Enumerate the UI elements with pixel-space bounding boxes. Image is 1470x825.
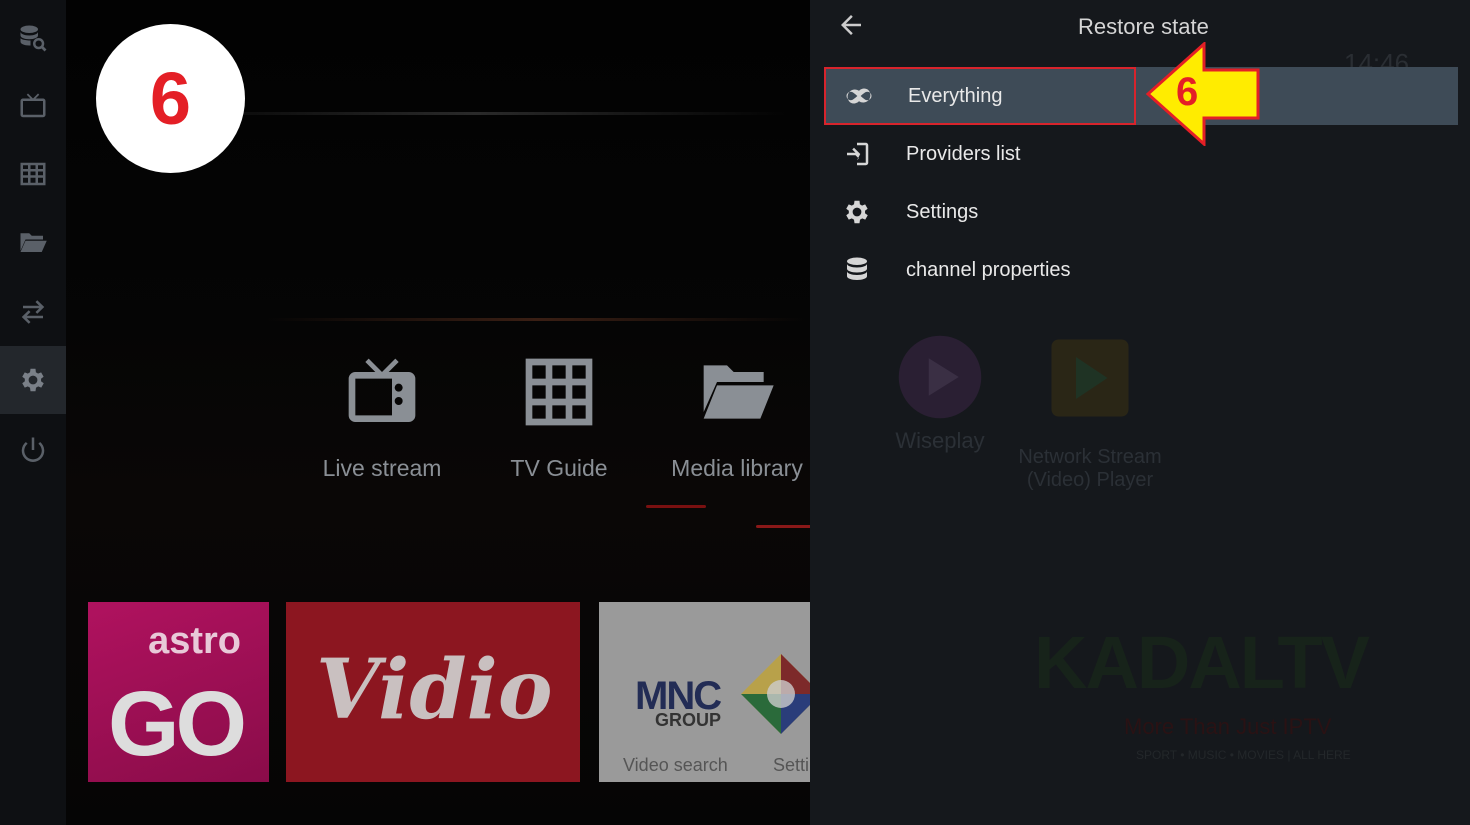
menu-item-label: channel properties — [906, 258, 1071, 281]
side-rail — [0, 0, 66, 825]
menu-item-everything[interactable]: Everything — [824, 67, 1136, 125]
vidio-logo-text: Vidio — [316, 642, 553, 738]
menu-item-settings[interactable]: Settings — [824, 183, 1136, 241]
menu-item-label: Settings — [906, 200, 979, 223]
light-streak — [266, 318, 806, 321]
panel-title: Restore state — [1078, 14, 1209, 39]
app-label: Live stream — [322, 455, 442, 481]
grid-icon — [525, 358, 593, 426]
step-number-badge: 6 — [96, 24, 245, 173]
swap-icon — [21, 300, 45, 324]
app-media-library[interactable]: Media library — [652, 352, 822, 482]
rail-settings-button[interactable] — [0, 346, 66, 414]
gear-icon — [834, 197, 880, 227]
search-database-icon — [20, 25, 47, 52]
menu-item-label: Everything — [908, 84, 1003, 107]
light-streak — [756, 525, 816, 528]
infinity-icon — [836, 81, 882, 111]
kadaltv-categories: SPORT • MUSIC • MOVIES | ALL HERE — [1136, 748, 1351, 762]
back-button[interactable] — [836, 10, 866, 40]
callout-arrow-icon — [1146, 42, 1260, 146]
tv-icon — [348, 358, 416, 422]
arrow-back-icon — [841, 15, 861, 35]
callout-step-number: 6 — [1176, 70, 1199, 114]
app-label: TV Guide — [510, 455, 608, 481]
rail-switch-button[interactable] — [0, 278, 66, 346]
login-icon — [834, 139, 880, 169]
play-store-icon — [1051, 339, 1129, 417]
astro-logo-text: astro — [148, 620, 241, 662]
tv-icon — [20, 93, 46, 118]
rail-search-button[interactable] — [0, 4, 66, 72]
app-network-stream-player: Network Stream (Video) Player — [1010, 336, 1170, 492]
rail-power-button[interactable] — [0, 416, 66, 484]
app-label: Media library — [671, 455, 803, 481]
folder-icon — [703, 365, 774, 419]
database-icon — [834, 255, 880, 285]
folder-icon — [20, 233, 47, 252]
light-streak — [646, 505, 706, 508]
video-search-label: Video search — [623, 755, 728, 775]
play-circle-icon — [898, 335, 982, 419]
app-live-stream[interactable]: Live stream — [297, 352, 467, 482]
light-streak — [166, 112, 786, 115]
power-icon — [21, 437, 45, 462]
tile-astro-go[interactable]: astro GO — [88, 602, 269, 782]
grid-icon — [20, 162, 46, 186]
menu-item-providers-list[interactable]: Providers list — [824, 125, 1136, 183]
tile-vidio[interactable]: Vidio — [286, 602, 580, 782]
mnc-group-text: GROUP — [655, 710, 722, 730]
app-label: Network Stream (Video) Player — [1018, 446, 1162, 491]
astro-go-text: GO — [108, 673, 247, 775]
rail-media-button[interactable] — [0, 208, 66, 276]
kadaltv-tagline: More Than Just IPTV — [1124, 714, 1332, 739]
rail-live-button[interactable] — [0, 72, 66, 140]
rail-guide-button[interactable] — [0, 140, 66, 208]
app-label: Wiseplay — [895, 428, 985, 453]
gear-icon — [22, 368, 44, 392]
app-tv-guide[interactable]: TV Guide — [474, 352, 644, 482]
menu-item-channel-properties[interactable]: channel properties — [824, 241, 1136, 299]
panel-header: Restore state — [810, 0, 1470, 54]
menu-item-label: Providers list — [906, 142, 1021, 165]
kadaltv-watermark: KADALTV — [1034, 621, 1370, 704]
app-wiseplay: Wiseplay — [860, 332, 1020, 454]
